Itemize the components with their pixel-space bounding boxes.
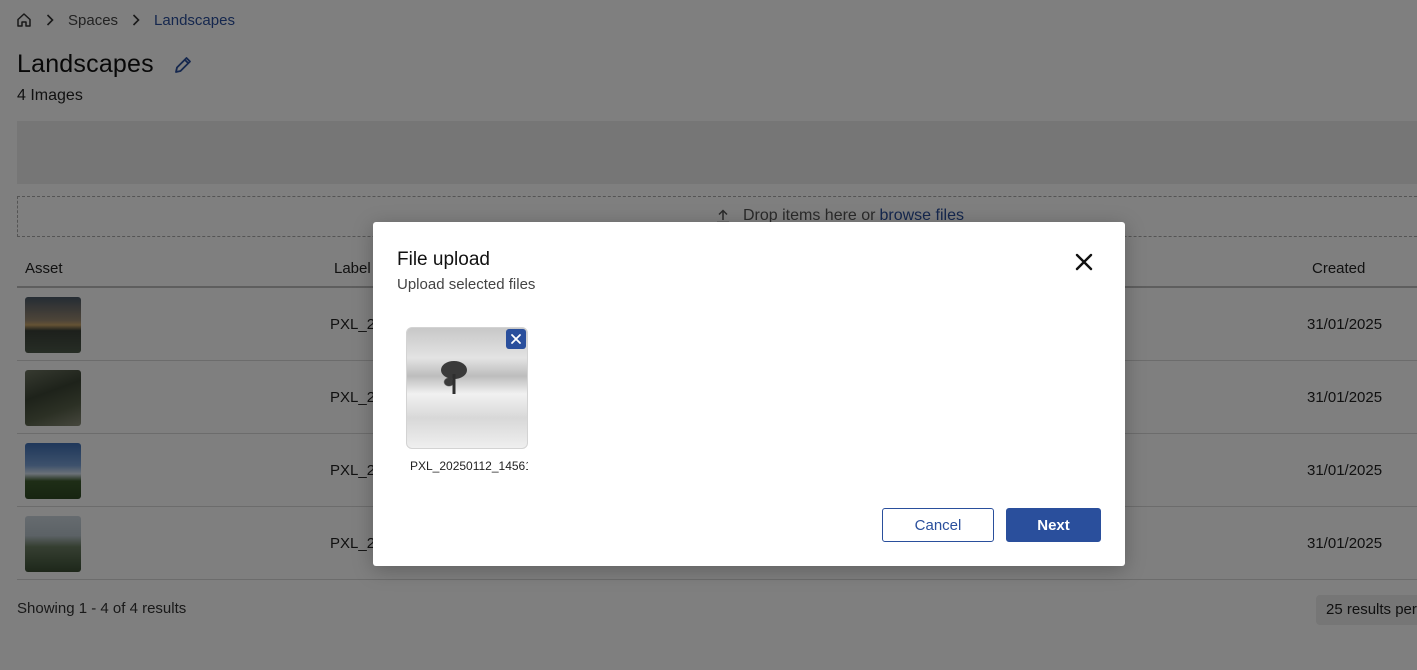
file-upload-dialog: File upload Upload selected files PXL_20… <box>373 222 1125 566</box>
remove-file-button[interactable] <box>506 329 526 349</box>
dialog-title: File upload <box>397 249 490 270</box>
selected-file-thumbnail <box>406 327 528 449</box>
close-icon <box>511 334 521 344</box>
cancel-button[interactable]: Cancel <box>882 508 994 542</box>
tree-silhouette <box>441 361 467 394</box>
next-button[interactable]: Next <box>1006 508 1101 542</box>
close-icon[interactable] <box>1073 251 1095 273</box>
dialog-subtitle: Upload selected files <box>397 276 536 293</box>
selected-file-tile: PXL_20250112_145615 <box>406 327 530 473</box>
selected-file-name: PXL_20250112_145615 <box>410 459 528 473</box>
